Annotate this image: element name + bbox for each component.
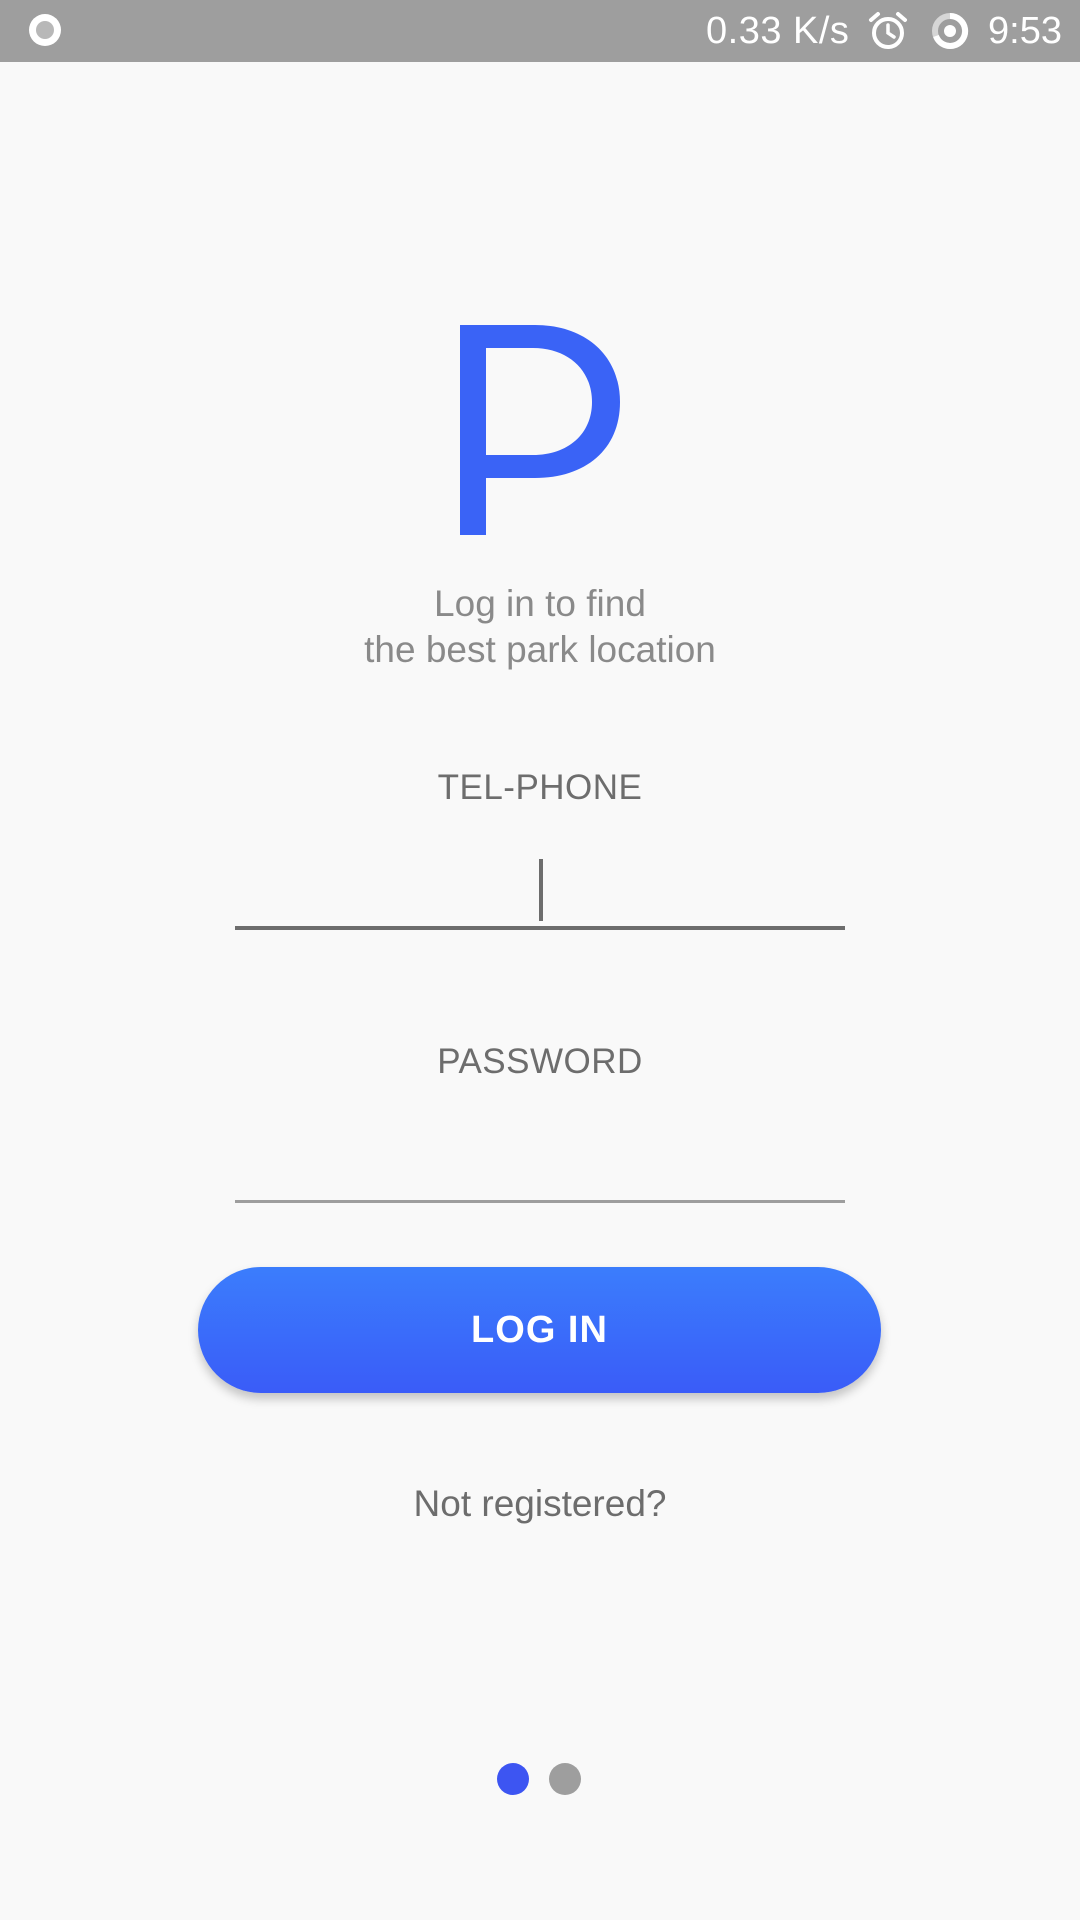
record-icon [29, 14, 61, 46]
tagline-line-2: the best park location [364, 629, 716, 670]
tagline: Log in to find the best park location [240, 581, 840, 673]
password-input[interactable] [235, 1123, 845, 1203]
network-speed: 0.33 K/s [706, 10, 850, 52]
password-label: PASSWORD [437, 1042, 643, 1081]
phone-label: TEL-PHONE [437, 768, 643, 807]
clock: 9:53 [988, 10, 1062, 52]
tagline-line-1: Log in to find [434, 583, 646, 624]
status-bar: 0.33 K/s 9:53 [0, 0, 1080, 62]
login-button[interactable]: LOG IN [198, 1267, 881, 1393]
sync-icon [932, 12, 969, 49]
alarm-icon [869, 12, 907, 49]
text-cursor [539, 859, 543, 921]
page-dot-inactive[interactable] [549, 1763, 581, 1795]
register-link[interactable]: Not registered? [240, 1482, 840, 1526]
parking-logo [460, 325, 620, 535]
page-dot-active[interactable] [497, 1763, 529, 1795]
